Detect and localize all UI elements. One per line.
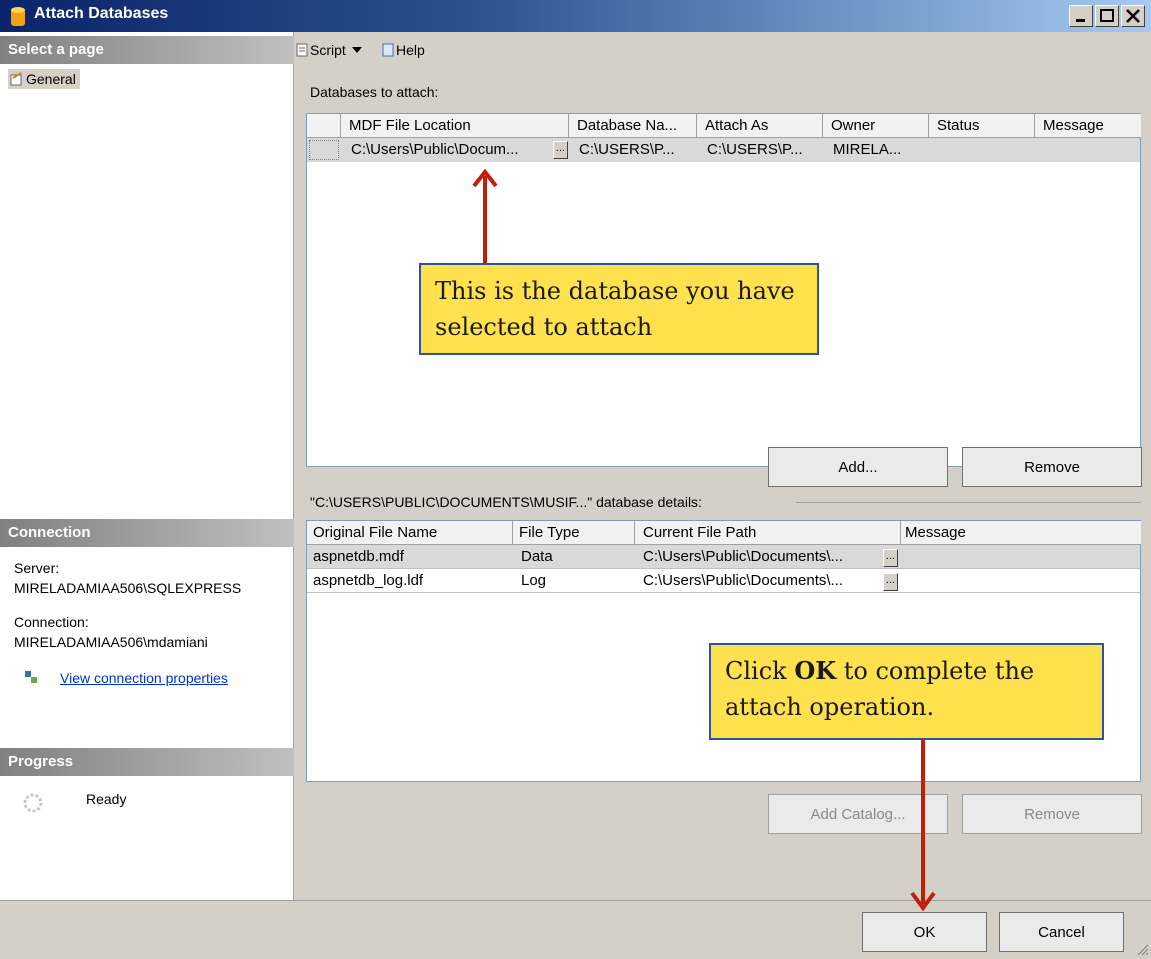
connection-label: Connection: — [14, 614, 89, 630]
mdf-location-cell: C:\Users\Public\Docum... — [351, 141, 519, 158]
remove-button[interactable]: Remove — [962, 447, 1142, 487]
server-label: Server: — [14, 560, 60, 576]
database-name-cell: C:\USERS\P... — [579, 141, 675, 158]
table-row[interactable]: aspnetdb_log.ldf Log C:\Users\Public\Doc… — [307, 569, 1140, 593]
row-header-column — [307, 114, 341, 138]
left-panel: Select a page General Connection Server:… — [0, 32, 294, 900]
maximize-icon — [1100, 9, 1114, 22]
browse-path-button[interactable]: ... — [883, 573, 898, 591]
table-row[interactable]: aspnetdb.mdf Data C:\Users\Public\Docume… — [307, 545, 1140, 569]
divider — [796, 502, 1141, 503]
help-label: Help — [396, 42, 425, 58]
file-type-cell: Log — [521, 572, 547, 589]
progress-spinner-icon — [23, 793, 43, 813]
close-button[interactable] — [1121, 5, 1145, 27]
browse-mdf-button[interactable]: ... — [553, 141, 568, 159]
view-connection-properties-link[interactable]: View connection properties — [60, 670, 228, 686]
database-details-label: "C:\USERS\PUBLIC\DOCUMENTS\MUSIF..." dat… — [310, 494, 702, 510]
row-selector[interactable] — [309, 140, 339, 160]
help-icon — [382, 43, 394, 57]
databases-to-attach-label: Databases to attach: — [310, 84, 439, 100]
column-header[interactable]: MDF File Location — [341, 114, 569, 138]
file-name-cell: aspnetdb.mdf — [313, 548, 404, 565]
file-path-cell: C:\Users\Public\Documents\... — [643, 572, 844, 589]
callout-selected-database: This is the database you have selected t… — [419, 263, 819, 355]
column-header[interactable]: File Type — [513, 521, 635, 545]
attach-as-cell: C:\USERS\P... — [707, 141, 803, 158]
column-header[interactable]: Attach As — [697, 114, 823, 138]
column-header[interactable]: Current File Path — [635, 521, 901, 545]
remove-file-button[interactable]: Remove — [962, 794, 1142, 834]
file-name-cell: aspnetdb_log.ldf — [313, 572, 424, 589]
file-path-cell: C:\Users\Public\Documents\... — [643, 548, 844, 565]
help-button[interactable]: Help — [382, 42, 425, 58]
column-header[interactable]: Original File Name — [307, 521, 513, 545]
connection-properties-icon — [25, 671, 37, 683]
callout-click-ok: Click OK to complete the attach operatio… — [709, 643, 1104, 740]
ok-button[interactable]: OK — [862, 912, 987, 952]
page-item-label: General — [26, 71, 76, 87]
browse-path-button[interactable]: ... — [883, 549, 898, 567]
column-header[interactable]: Message — [1035, 114, 1141, 138]
page-icon — [10, 72, 22, 86]
script-button[interactable]: Script — [296, 42, 364, 58]
arrow-down-icon — [910, 740, 936, 912]
chevron-down-icon — [351, 47, 362, 53]
right-panel: Script Help Databases to attach: MDF Fil… — [294, 32, 1151, 900]
owner-cell: MIRELA... — [833, 141, 902, 158]
file-type-cell: Data — [521, 548, 553, 565]
column-header[interactable]: Database Na... — [569, 114, 697, 138]
connection-value: MIRELADAMIAA506\mdamiani — [14, 634, 208, 650]
callout-text-prefix: Click — [725, 657, 795, 685]
cancel-button[interactable]: Cancel — [999, 912, 1124, 952]
server-value: MIRELADAMIAA506\SQLEXPRESS — [14, 580, 242, 596]
column-header[interactable]: Owner — [823, 114, 929, 138]
table-row[interactable]: C:\Users\Public\Docum... ... C:\USERS\P.… — [307, 138, 1140, 162]
callout-text-bold: OK — [794, 656, 837, 685]
progress-status: Ready — [86, 791, 127, 807]
minimize-button[interactable] — [1069, 5, 1093, 27]
arrow-up-icon — [472, 168, 498, 268]
column-header[interactable]: Status — [929, 114, 1035, 138]
column-header[interactable]: Message — [901, 521, 1141, 545]
minimize-icon — [1076, 19, 1085, 22]
connection-header: Connection — [0, 519, 294, 547]
maximize-button[interactable] — [1095, 5, 1119, 27]
page-item-general[interactable]: General — [8, 69, 80, 89]
close-icon — [1126, 9, 1140, 23]
window-title: Attach Databases — [34, 5, 169, 22]
script-icon — [296, 43, 308, 57]
resize-grip-icon[interactable] — [1135, 942, 1149, 956]
select-page-header: Select a page — [0, 36, 294, 64]
database-icon — [11, 7, 25, 26]
title-bar: Attach Databases — [0, 0, 1151, 32]
script-label: Script — [310, 42, 346, 58]
add-button[interactable]: Add... — [768, 447, 948, 487]
progress-header: Progress — [0, 748, 294, 776]
